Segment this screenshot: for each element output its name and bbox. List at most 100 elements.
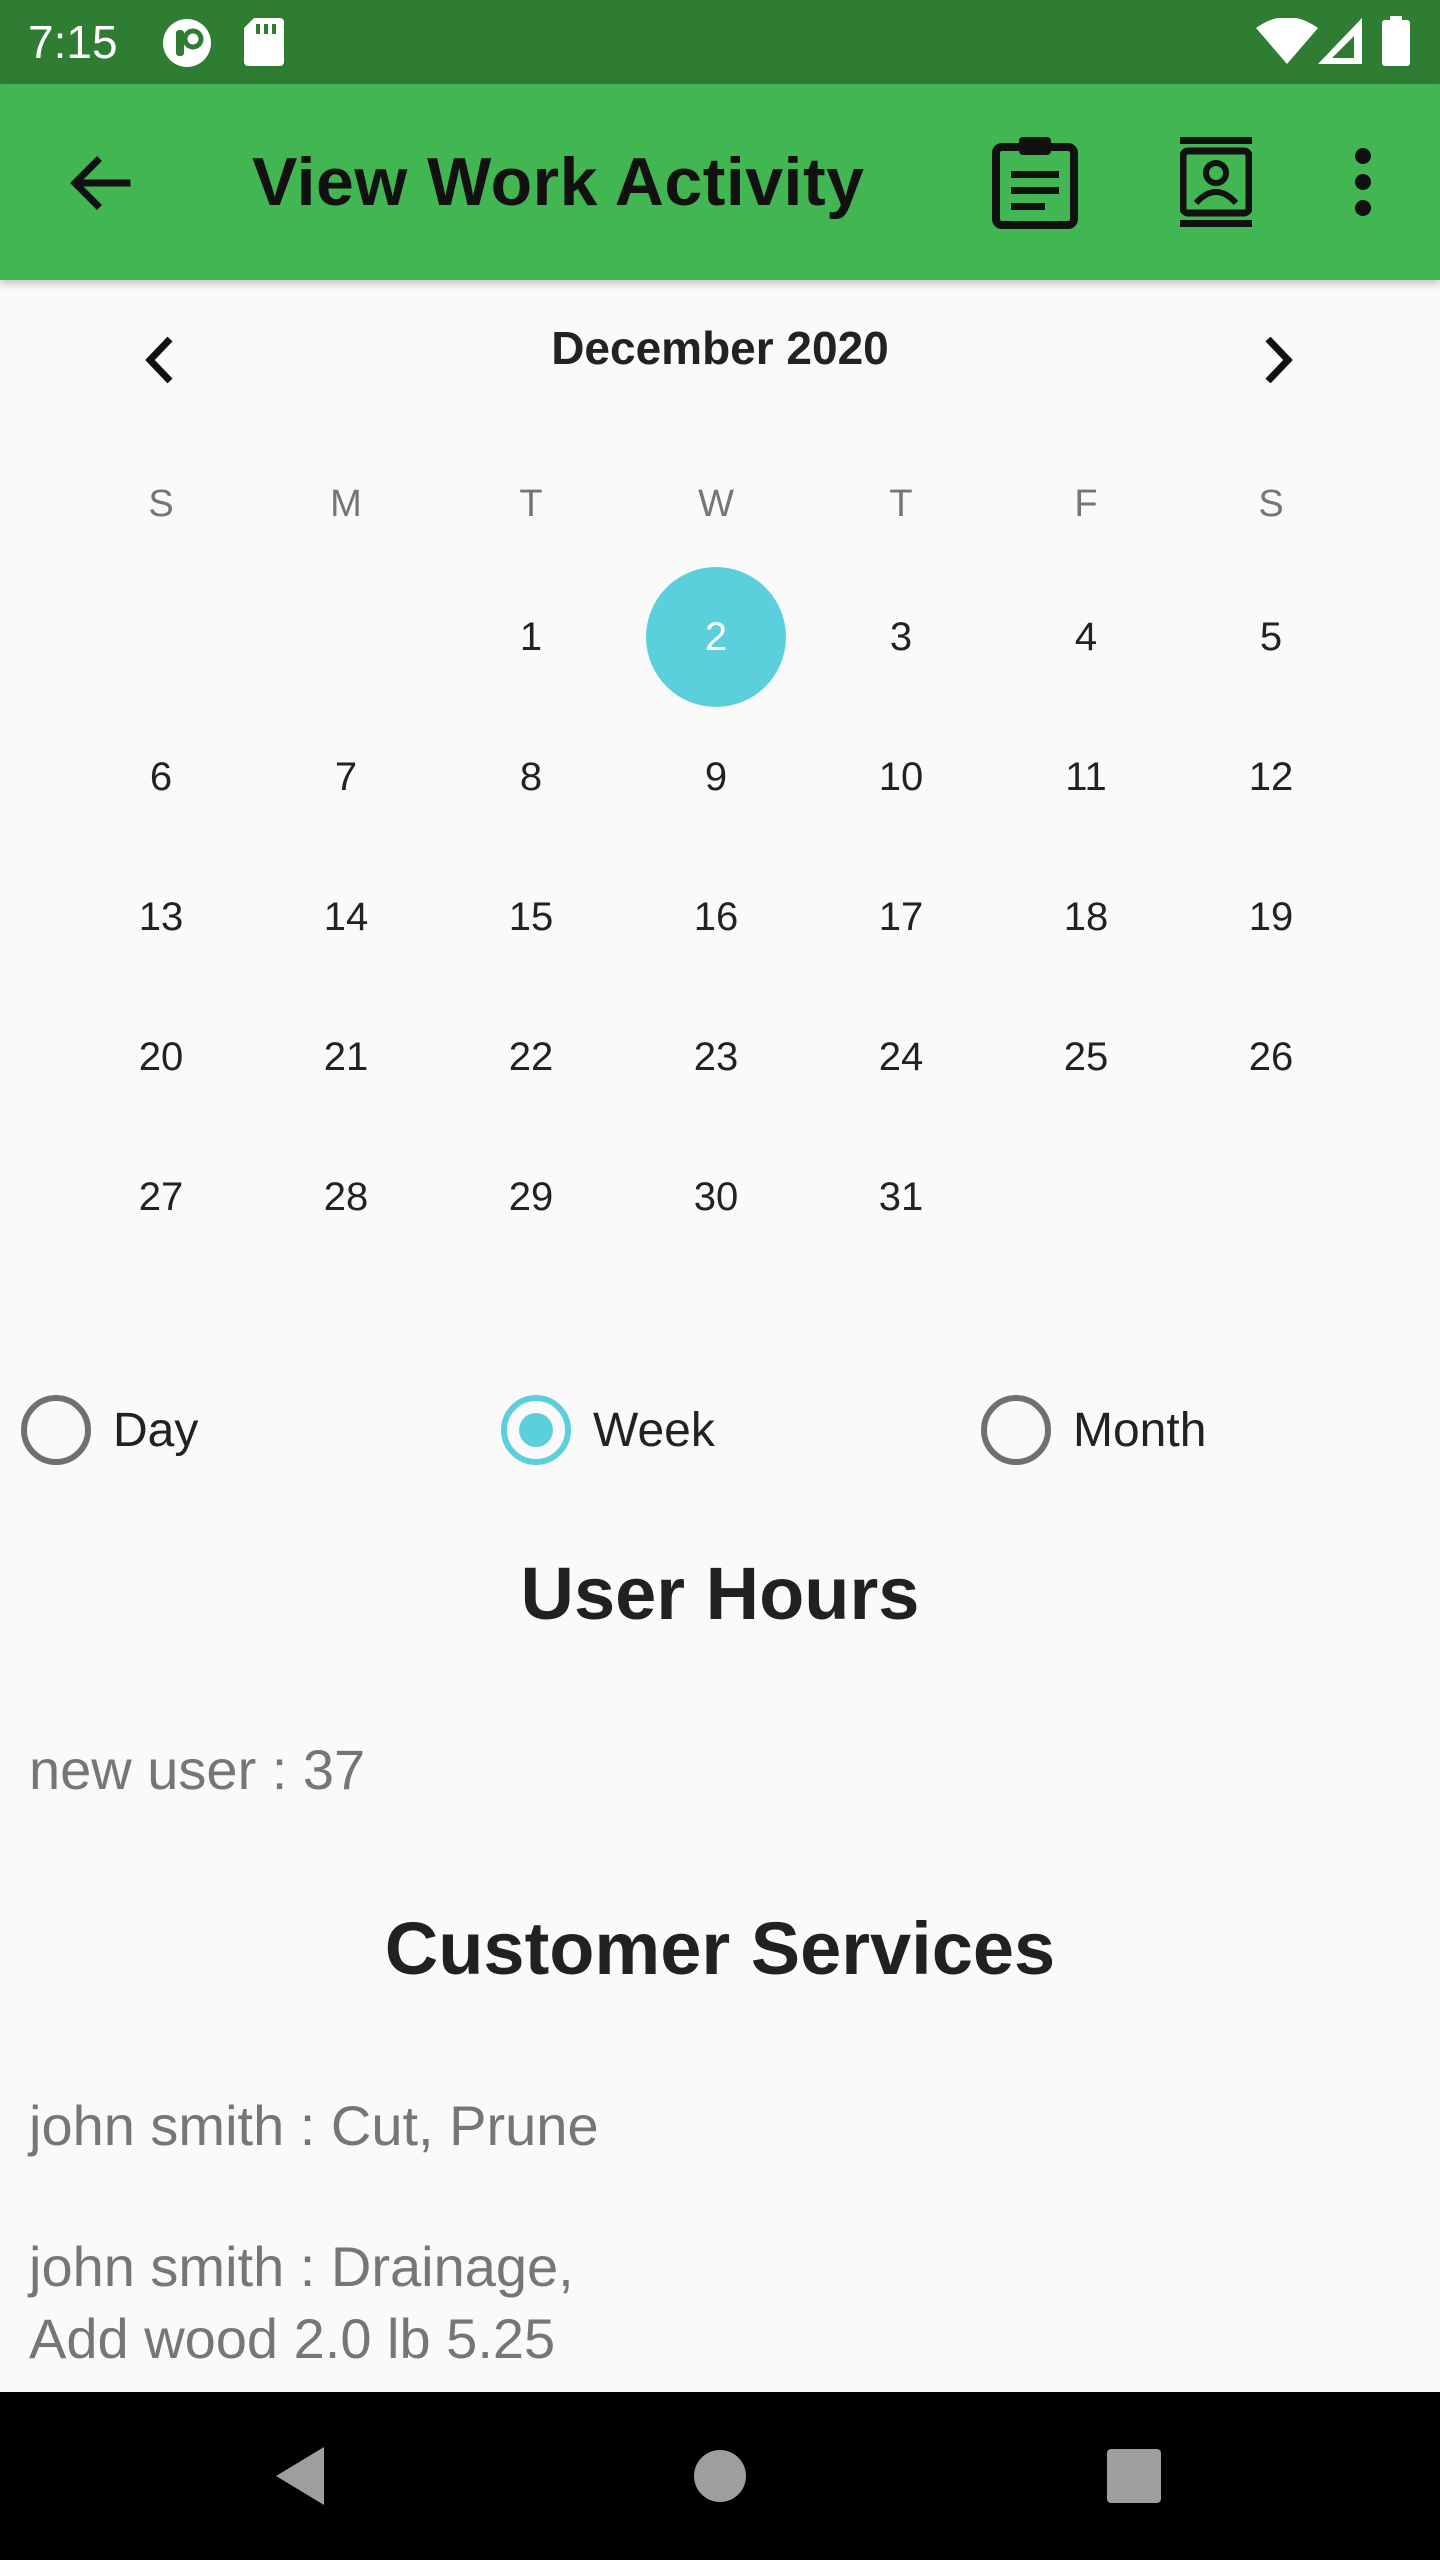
radio-week[interactable]: Week xyxy=(501,1385,715,1475)
weekday-label: W xyxy=(698,483,734,525)
day-number: 15 xyxy=(508,894,554,939)
system-home-button[interactable] xyxy=(660,2416,780,2536)
recents-square-icon xyxy=(1107,2449,1161,2503)
calendar-day[interactable]: 28 xyxy=(276,1127,416,1267)
next-month-button[interactable] xyxy=(1228,310,1328,410)
day-number: 22 xyxy=(508,1034,554,1079)
day-number: 16 xyxy=(693,894,739,939)
calendar-day[interactable]: 15 xyxy=(461,847,601,987)
radio-label: Week xyxy=(593,1403,715,1457)
calendar-day[interactable]: 14 xyxy=(276,847,416,987)
calendar-day[interactable]: 12 xyxy=(1201,707,1341,847)
weekday-label: S xyxy=(148,483,174,525)
calendar-day[interactable]: 17 xyxy=(831,847,971,987)
calendar-day[interactable]: 4 xyxy=(1016,567,1156,707)
day-number: 30 xyxy=(693,1174,739,1219)
day-number: 4 xyxy=(1074,614,1098,659)
calendar-day[interactable]: 26 xyxy=(1201,987,1341,1127)
contact-card-icon xyxy=(1180,137,1252,227)
calendar-day[interactable]: 6 xyxy=(91,707,231,847)
day-number: 31 xyxy=(878,1174,924,1219)
radio-button-icon xyxy=(981,1395,1051,1465)
calendar-day[interactable]: 25 xyxy=(1016,987,1156,1127)
day-number: 27 xyxy=(138,1174,184,1219)
calendar-day[interactable]: 9 xyxy=(646,707,786,847)
page-title: View Work Activity xyxy=(252,144,865,220)
calendar-day[interactable]: 13 xyxy=(91,847,231,987)
calendar-day[interactable]: 10 xyxy=(831,707,971,847)
battery-icon xyxy=(1382,16,1410,66)
calendar-day[interactable]: 7 xyxy=(276,707,416,847)
calendar-day[interactable]: 18 xyxy=(1016,847,1156,987)
calendar-month-label: December 2020 xyxy=(551,322,889,374)
day-number: 24 xyxy=(878,1034,924,1079)
status-time: 7:15 xyxy=(28,16,118,68)
contacts-button[interactable] xyxy=(1161,127,1271,237)
radio-button-icon xyxy=(21,1395,91,1465)
status-bar: 7:15 xyxy=(0,0,1440,84)
day-number: 20 xyxy=(138,1034,184,1079)
weekday-label: T xyxy=(889,483,913,525)
app-bar: View Work Activity xyxy=(0,84,1440,280)
home-circle-icon xyxy=(694,2450,746,2502)
day-number: 18 xyxy=(1063,894,1109,939)
calendar-day[interactable]: 3 xyxy=(831,567,971,707)
sd-card-icon xyxy=(244,18,284,66)
back-triangle-icon xyxy=(276,2447,324,2505)
day-number: 26 xyxy=(1248,1034,1294,1079)
calendar-day[interactable]: 8 xyxy=(461,707,601,847)
calendar-day[interactable]: 20 xyxy=(91,987,231,1127)
radio-day[interactable]: Day xyxy=(21,1385,198,1475)
calendar-day[interactable]: 5 xyxy=(1201,567,1341,707)
cell-signal-icon xyxy=(1318,18,1362,64)
day-number: 3 xyxy=(889,614,913,659)
wifi-icon xyxy=(1256,18,1318,64)
day-number: 1 xyxy=(519,614,543,659)
day-number: 28 xyxy=(323,1174,369,1219)
calendar-day[interactable]: 1 xyxy=(461,567,601,707)
back-button[interactable] xyxy=(44,128,154,238)
overflow-menu-icon xyxy=(1355,148,1371,216)
calendar-day[interactable]: 29 xyxy=(461,1127,601,1267)
customer-service-item: john smith : Cut, Prune xyxy=(29,2094,599,2157)
radio-month[interactable]: Month xyxy=(981,1385,1206,1475)
day-number: 21 xyxy=(323,1034,369,1079)
overflow-menu-button[interactable] xyxy=(1308,127,1418,237)
chevron-right-icon xyxy=(1265,336,1293,384)
calendar-day[interactable]: 11 xyxy=(1016,707,1156,847)
system-recents-button[interactable] xyxy=(1074,2416,1194,2536)
calendar-day[interactable]: 31 xyxy=(831,1127,971,1267)
day-number: 23 xyxy=(693,1034,739,1079)
calendar-day-selected[interactable]: 2 xyxy=(646,567,786,707)
weekday-label: T xyxy=(519,483,543,525)
calendar-day[interactable]: 23 xyxy=(646,987,786,1127)
day-number: 5 xyxy=(1259,614,1283,659)
chevron-left-icon xyxy=(145,336,173,384)
back-arrow-icon xyxy=(70,156,131,210)
day-number: 9 xyxy=(704,754,728,799)
calendar-day[interactable]: 21 xyxy=(276,987,416,1127)
system-back-button[interactable] xyxy=(240,2416,360,2536)
calendar-day[interactable]: 30 xyxy=(646,1127,786,1267)
clipboard-icon xyxy=(992,137,1078,229)
previous-month-button[interactable] xyxy=(110,310,210,410)
user-hours-heading: User Hours xyxy=(520,1552,920,1635)
weekday-label: M xyxy=(330,483,362,525)
customer-services-heading: Customer Services xyxy=(384,1907,1056,1990)
day-number: 7 xyxy=(334,754,358,799)
calendar-day[interactable]: 16 xyxy=(646,847,786,987)
day-number: 14 xyxy=(323,894,369,939)
day-number: 8 xyxy=(519,754,543,799)
calendar-day[interactable]: 19 xyxy=(1201,847,1341,987)
system-nav-bar xyxy=(0,2392,1440,2560)
day-number: 17 xyxy=(878,894,924,939)
customer-service-item: john smith : Drainage, Add wood 2.0 lb 5… xyxy=(29,2235,574,2370)
weekday-label: F xyxy=(1074,483,1098,525)
calendar-day[interactable]: 24 xyxy=(831,987,971,1127)
day-number: 10 xyxy=(878,754,924,799)
calendar-day[interactable]: 27 xyxy=(91,1127,231,1267)
clipboard-button[interactable] xyxy=(980,127,1090,237)
calendar-day[interactable]: 22 xyxy=(461,987,601,1127)
radio-label: Day xyxy=(113,1403,199,1457)
day-number: 19 xyxy=(1248,894,1294,939)
